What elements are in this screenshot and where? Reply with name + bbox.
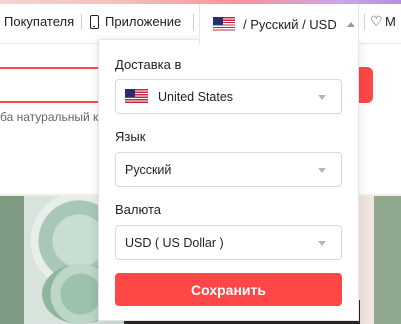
- ship-to-label: Доставка в: [115, 57, 182, 72]
- us-flag-icon: [213, 16, 235, 32]
- language-select[interactable]: Русский: [115, 152, 342, 187]
- region-settings-panel: Доставка в United States Язык Русский Ва…: [98, 39, 359, 321]
- nav-app-label: Приложение: [105, 14, 182, 29]
- nav-buyer-label: Покупателя: [4, 14, 75, 29]
- nav-divider: [364, 14, 365, 30]
- language-currency-trigger[interactable]: / Русский / USD: [199, 4, 359, 44]
- banner-image-right[interactable]: [360, 196, 401, 324]
- phone-icon: [90, 14, 99, 29]
- save-button[interactable]: Сохранить: [115, 273, 342, 306]
- language-label: Язык: [115, 129, 146, 144]
- currency-select[interactable]: USD ( US Dollar ): [115, 225, 342, 260]
- language-value: Русский: [125, 162, 172, 177]
- search-input[interactable]: [0, 67, 108, 103]
- nav-buyer-link[interactable]: Покупателя: [4, 14, 74, 29]
- currency-value: USD ( US Dollar ): [125, 235, 224, 250]
- banner-image-left: [0, 196, 24, 324]
- chevron-down-icon: [318, 168, 326, 173]
- search-suggestion[interactable]: ба натуральный ко: [0, 110, 105, 124]
- chevron-down-icon: [318, 95, 326, 100]
- nav-app-link[interactable]: Приложение: [90, 14, 181, 29]
- nav-divider: [81, 14, 82, 30]
- us-flag-icon: [125, 89, 148, 104]
- chevron-up-icon: [346, 21, 355, 27]
- language-currency-label: / Русский / USD: [243, 16, 337, 32]
- nav-wishlist-label[interactable]: М: [385, 14, 396, 29]
- nav-divider: [193, 14, 194, 30]
- currency-label: Валюта: [115, 202, 161, 217]
- heart-icon[interactable]: ♡: [370, 14, 384, 28]
- chevron-down-icon: [318, 241, 326, 246]
- ship-to-value: United States: [158, 89, 234, 104]
- ship-to-select[interactable]: United States: [115, 79, 342, 114]
